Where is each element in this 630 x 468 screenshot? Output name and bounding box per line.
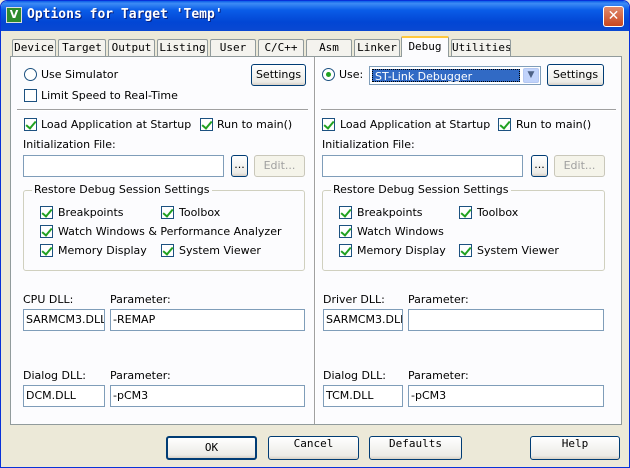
load-app-checkbox[interactable] bbox=[24, 118, 37, 131]
cpu-param-input[interactable]: -REMAP bbox=[110, 309, 305, 331]
debugger-settings-button[interactable]: Settings bbox=[547, 64, 604, 86]
options-dialog: V Options for Target 'Temp' ✕ Device Tar… bbox=[0, 0, 630, 468]
tab-asm[interactable]: Asm bbox=[306, 39, 352, 56]
column-divider bbox=[314, 57, 316, 424]
left-divider bbox=[17, 109, 308, 111]
right-memory-display-label: Memory Display bbox=[357, 244, 446, 257]
watch-windows-checkbox[interactable] bbox=[40, 225, 53, 238]
right-dialog-param-input[interactable]: -pCM3 bbox=[408, 385, 604, 407]
right-dialog-dll-input[interactable]: TCM.DLL bbox=[323, 385, 403, 407]
tab-user[interactable]: User bbox=[210, 39, 256, 56]
cpu-dll-label: CPU DLL: bbox=[23, 293, 74, 306]
defaults-button[interactable]: Defaults bbox=[369, 436, 462, 460]
system-viewer-checkbox[interactable] bbox=[161, 244, 174, 257]
close-icon[interactable]: ✕ bbox=[603, 6, 624, 27]
use-debugger-label: Use: bbox=[339, 68, 364, 81]
init-file-input[interactable] bbox=[23, 155, 224, 177]
debugger-select[interactable]: ST-Link Debugger ▼ bbox=[369, 66, 541, 85]
debug-panel: Use Simulator Limit Speed to Real-Time S… bbox=[10, 56, 622, 425]
right-load-app-checkbox[interactable] bbox=[322, 118, 335, 131]
use-simulator-label: Use Simulator bbox=[41, 68, 119, 81]
dialog-param-label: Parameter: bbox=[110, 369, 171, 382]
system-viewer-label: System Viewer bbox=[179, 244, 261, 257]
dialog-param-input[interactable]: -pCM3 bbox=[110, 385, 305, 407]
watch-windows-label: Watch Windows & Performance Analyzer bbox=[58, 225, 282, 238]
limit-speed-label: Limit Speed to Real-Time bbox=[41, 89, 178, 102]
right-breakpoints-checkbox[interactable] bbox=[339, 206, 352, 219]
driver-param-label: Parameter: bbox=[408, 293, 469, 306]
right-breakpoints-label: Breakpoints bbox=[357, 206, 423, 219]
tab-linker[interactable]: Linker bbox=[354, 39, 400, 56]
dialog-dll-label: Dialog DLL: bbox=[23, 369, 86, 382]
use-simulator-radio[interactable] bbox=[24, 68, 37, 81]
right-init-file-input[interactable] bbox=[322, 155, 523, 177]
driver-dll-input[interactable]: SARMCM3.DLL bbox=[323, 309, 403, 331]
run-to-main-checkbox[interactable] bbox=[200, 118, 213, 131]
right-dialog-dll-label: Dialog DLL: bbox=[323, 369, 386, 382]
toolbox-checkbox[interactable] bbox=[161, 206, 174, 219]
breakpoints-label: Breakpoints bbox=[58, 206, 124, 219]
keil-app-icon: V bbox=[6, 7, 22, 23]
init-file-edit-button[interactable]: Edit... bbox=[254, 155, 305, 177]
right-load-app-label: Load Application at Startup bbox=[340, 118, 491, 131]
right-init-file-browse-button[interactable]: ... bbox=[531, 155, 548, 177]
debugger-select-value: ST-Link Debugger bbox=[372, 69, 520, 83]
cancel-button[interactable]: Cancel bbox=[268, 436, 359, 460]
right-memory-display-checkbox[interactable] bbox=[339, 244, 352, 257]
tab-device[interactable]: Device bbox=[12, 39, 56, 56]
dialog-dll-input[interactable]: DCM.DLL bbox=[23, 385, 105, 407]
tab-listing[interactable]: Listing bbox=[157, 39, 208, 56]
right-watch-windows-label: Watch Windows bbox=[357, 225, 444, 238]
cpu-param-label: Parameter: bbox=[110, 293, 171, 306]
driver-param-input[interactable] bbox=[408, 309, 604, 331]
tab-cc[interactable]: C/C++ bbox=[258, 39, 304, 56]
right-toolbox-label: Toolbox bbox=[477, 206, 519, 219]
right-divider bbox=[321, 109, 616, 111]
init-file-label: Initialization File: bbox=[23, 138, 116, 151]
tab-output[interactable]: Output bbox=[108, 39, 155, 56]
tab-target[interactable]: Target bbox=[58, 39, 106, 56]
use-debugger-radio[interactable] bbox=[322, 68, 335, 81]
help-button[interactable]: Help bbox=[530, 436, 620, 460]
window-title: Options for Target 'Temp' bbox=[27, 7, 223, 22]
toolbox-label: Toolbox bbox=[179, 206, 221, 219]
right-system-viewer-checkbox[interactable] bbox=[459, 244, 472, 257]
right-dialog-param-label: Parameter: bbox=[408, 369, 469, 382]
run-to-main-label: Run to main() bbox=[217, 118, 293, 131]
tab-debug[interactable]: Debug bbox=[401, 36, 449, 57]
memory-display-label: Memory Display bbox=[58, 244, 147, 257]
restore-session-legend: Restore Debug Session Settings bbox=[32, 183, 212, 196]
right-run-to-main-label: Run to main() bbox=[516, 118, 592, 131]
right-init-file-edit-button[interactable]: Edit... bbox=[554, 155, 605, 177]
breakpoints-checkbox[interactable] bbox=[40, 206, 53, 219]
right-system-viewer-label: System Viewer bbox=[477, 244, 559, 257]
limit-speed-checkbox[interactable] bbox=[24, 89, 37, 102]
memory-display-checkbox[interactable] bbox=[40, 244, 53, 257]
right-toolbox-checkbox[interactable] bbox=[459, 206, 472, 219]
right-init-file-label: Initialization File: bbox=[322, 138, 415, 151]
right-watch-windows-checkbox[interactable] bbox=[339, 225, 352, 238]
title-bar[interactable]: V Options for Target 'Temp' ✕ bbox=[1, 1, 629, 31]
init-file-browse-button[interactable]: ... bbox=[231, 155, 248, 177]
right-restore-session-legend: Restore Debug Session Settings bbox=[331, 183, 511, 196]
simulator-settings-button[interactable]: Settings bbox=[251, 64, 306, 86]
tab-utilities[interactable]: Utilities bbox=[451, 39, 511, 56]
ok-button[interactable]: OK bbox=[166, 436, 257, 460]
cpu-dll-input[interactable]: SARMCM3.DLL bbox=[23, 309, 105, 331]
chevron-down-icon[interactable]: ▼ bbox=[523, 68, 539, 83]
driver-dll-label: Driver DLL: bbox=[323, 293, 385, 306]
load-app-label: Load Application at Startup bbox=[41, 118, 192, 131]
right-run-to-main-checkbox[interactable] bbox=[498, 118, 511, 131]
